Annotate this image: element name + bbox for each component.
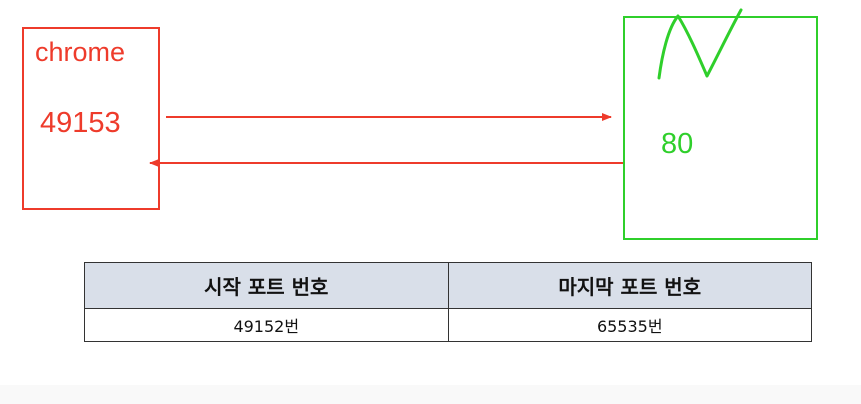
start-port-header: 시작 포트 번호 [84, 262, 449, 309]
start-port-value: 49152번 [84, 308, 449, 342]
connection-arrows [149, 8, 743, 167]
footer-band [0, 385, 861, 404]
end-port-header: 마지막 포트 번호 [447, 262, 812, 309]
server-handwritten-mark [657, 8, 743, 80]
table-header-row: 시작 포트 번호 마지막 포트 번호 [84, 262, 812, 309]
table-row: 49152번 65535번 [84, 308, 812, 342]
end-port-value: 65535번 [447, 308, 812, 342]
port-range-table: 시작 포트 번호 마지막 포트 번호 49152번 65535번 [84, 262, 812, 342]
